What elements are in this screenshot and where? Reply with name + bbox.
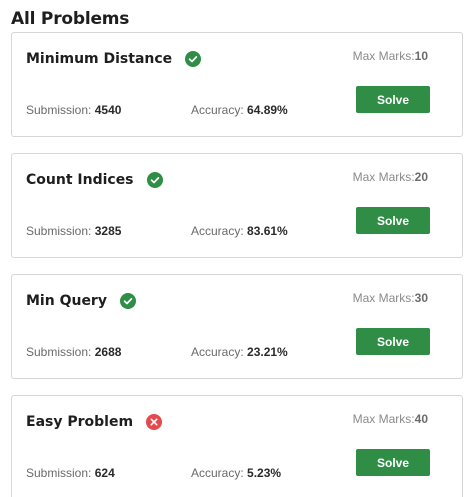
- solve-button[interactable]: Solve: [356, 207, 430, 234]
- submission-value: 624: [94, 466, 115, 480]
- problem-header: Minimum Distance: [26, 51, 202, 67]
- submission-value: 4540: [94, 103, 122, 117]
- max-marks: Max Marks:10: [353, 49, 428, 63]
- accuracy-label: Accuracy:: [191, 224, 244, 238]
- cross-icon: [146, 414, 163, 430]
- accuracy-stat: Accuracy: 5.23%: [191, 466, 281, 480]
- accuracy-value: 64.89%: [247, 103, 288, 117]
- max-marks-label: Max Marks:: [352, 170, 415, 184]
- submission-stat: Submission: 624: [26, 466, 115, 480]
- submission-value: 2688: [94, 345, 122, 359]
- problem-card: Min Query Max Marks:30 Submission: 2688 …: [11, 274, 463, 379]
- submission-stat: Submission: 3285: [26, 224, 121, 238]
- check-icon: [185, 51, 202, 67]
- submission-stat: Submission: 2688: [26, 345, 121, 359]
- accuracy-label: Accuracy:: [191, 103, 244, 117]
- submission-label: Submission:: [26, 466, 92, 480]
- submission-label: Submission:: [26, 224, 92, 238]
- problem-name[interactable]: Min Query: [26, 293, 107, 309]
- submission-label: Submission:: [26, 103, 92, 117]
- accuracy-stat: Accuracy: 23.21%: [191, 345, 288, 359]
- max-marks-label: Max Marks:: [352, 291, 415, 305]
- problem-name[interactable]: Easy Problem: [26, 414, 133, 430]
- problem-card: Easy Problem Max Marks:40 Submission: 62…: [11, 395, 463, 497]
- max-marks-label: Max Marks:: [352, 412, 415, 426]
- accuracy-value: 5.23%: [247, 466, 282, 480]
- problem-header: Min Query: [26, 293, 136, 309]
- problem-name[interactable]: Minimum Distance: [26, 51, 172, 67]
- max-marks-value: 40: [414, 412, 428, 426]
- check-icon: [119, 293, 136, 309]
- check-icon: [146, 172, 163, 188]
- accuracy-value: 23.21%: [247, 345, 288, 359]
- section-title: All Problems: [11, 9, 130, 29]
- max-marks-label: Max Marks:: [352, 49, 415, 63]
- max-marks-value: 10: [414, 49, 428, 63]
- accuracy-value: 83.61%: [247, 224, 288, 238]
- max-marks: Max Marks:40: [353, 412, 428, 426]
- max-marks: Max Marks:30: [353, 291, 428, 305]
- problem-card: Minimum Distance Max Marks:10 Submission…: [11, 32, 463, 137]
- problem-name[interactable]: Count Indices: [26, 172, 134, 188]
- problems-page: All Problems Minimum Distance Max Marks:…: [0, 0, 474, 497]
- max-marks-value: 20: [414, 170, 428, 184]
- max-marks-value: 30: [414, 291, 428, 305]
- problem-card: Count Indices Max Marks:20 Submission: 3…: [11, 153, 463, 258]
- problem-header: Count Indices: [26, 172, 163, 188]
- solve-button[interactable]: Solve: [356, 328, 430, 355]
- problem-header: Easy Problem: [26, 414, 163, 430]
- submission-stat: Submission: 4540: [26, 103, 121, 117]
- submission-label: Submission:: [26, 345, 92, 359]
- accuracy-stat: Accuracy: 83.61%: [191, 224, 288, 238]
- max-marks: Max Marks:20: [353, 170, 428, 184]
- accuracy-label: Accuracy:: [191, 345, 244, 359]
- accuracy-stat: Accuracy: 64.89%: [191, 103, 288, 117]
- accuracy-label: Accuracy:: [191, 466, 244, 480]
- solve-button[interactable]: Solve: [356, 449, 430, 476]
- submission-value: 3285: [94, 224, 122, 238]
- solve-button[interactable]: Solve: [356, 86, 430, 113]
